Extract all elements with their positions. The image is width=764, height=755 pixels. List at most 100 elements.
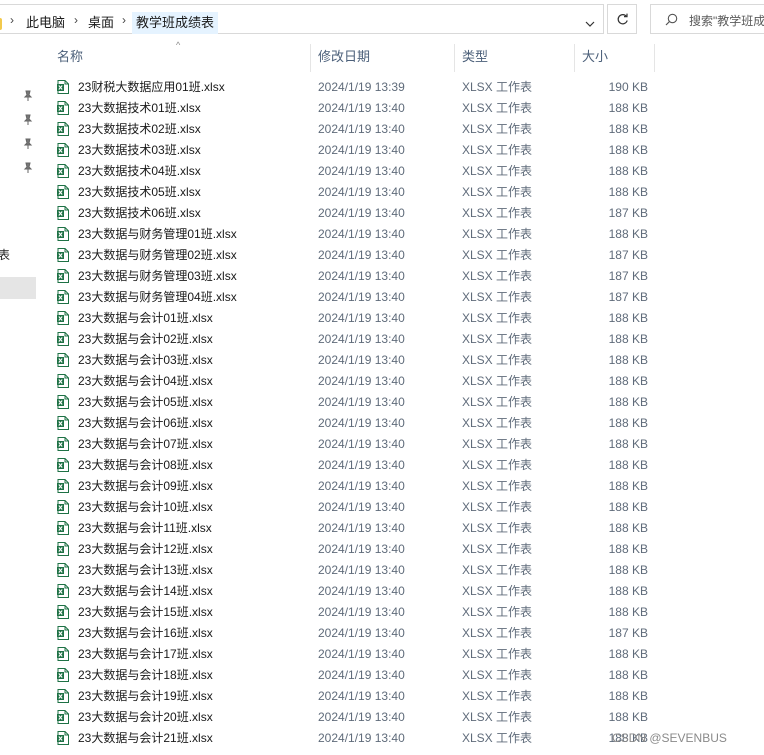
pin-icon[interactable]	[22, 114, 34, 126]
file-name[interactable]: 23大数据与会计01班.xlsx	[78, 308, 213, 329]
file-name[interactable]: 23大数据与会计15班.xlsx	[78, 602, 213, 623]
file-row[interactable]: 23大数据与会计08班.xlsx 2024/1/19 13:40 XLSX 工作表 1…	[48, 455, 764, 476]
file-row[interactable]: 23大数据与会计03班.xlsx 2024/1/19 13:40 XLSX 工作表 1…	[48, 350, 764, 371]
file-row[interactable]: 23大数据技术01班.xlsx 2024/1/19 13:40 XLSX 工作表 18…	[48, 98, 764, 119]
file-name[interactable]: 23大数据与会计19班.xlsx	[78, 686, 213, 707]
file-row[interactable]: 23大数据与会计16班.xlsx 2024/1/19 13:40 XLSX 工作表 1…	[48, 623, 764, 644]
file-type: XLSX 工作表	[462, 80, 533, 94]
excel-file-icon	[57, 332, 69, 346]
file-name[interactable]: 23大数据与财务管理02班.xlsx	[78, 245, 237, 266]
pin-icon[interactable]	[22, 138, 34, 150]
file-type: XLSX 工作表	[462, 290, 533, 304]
file-size: 187 KB	[608, 290, 648, 304]
file-type: XLSX 工作表	[462, 479, 533, 493]
file-name[interactable]: 23大数据技术01班.xlsx	[78, 98, 201, 119]
file-row[interactable]: 23大数据技术04班.xlsx 2024/1/19 13:40 XLSX 工作表 18…	[48, 161, 764, 182]
search-input[interactable]: 搜索"教学班成	[650, 4, 764, 34]
chevron-right-icon[interactable]: ›	[74, 13, 78, 27]
excel-file-icon	[57, 353, 69, 367]
file-name[interactable]: 23大数据技术05班.xlsx	[78, 182, 201, 203]
file-date-modified: 2024/1/19 13:40	[318, 122, 405, 136]
excel-file-icon	[57, 668, 69, 682]
nav-item-selected[interactable]	[0, 277, 36, 299]
file-row[interactable]: 23大数据与会计04班.xlsx 2024/1/19 13:40 XLSX 工作表 1…	[48, 371, 764, 392]
file-name[interactable]: 23大数据与会计04班.xlsx	[78, 371, 213, 392]
file-name[interactable]: 23大数据与财务管理01班.xlsx	[78, 224, 237, 245]
file-size: 188 KB	[608, 500, 648, 514]
pin-icon[interactable]	[22, 162, 34, 174]
file-row[interactable]: 23大数据与会计13班.xlsx 2024/1/19 13:40 XLSX 工作表 1…	[48, 560, 764, 581]
column-divider[interactable]	[654, 44, 655, 72]
column-type[interactable]: 类型	[453, 42, 573, 72]
breadcrumb-current-folder[interactable]: 教学班成绩表	[132, 12, 219, 34]
file-row[interactable]: 23大数据与会计18班.xlsx 2024/1/19 13:40 XLSX 工作表 1…	[48, 665, 764, 686]
file-name[interactable]: 23大数据与会计08班.xlsx	[78, 455, 213, 476]
file-row[interactable]: 23大数据与会计01班.xlsx 2024/1/19 13:40 XLSX 工作表 1…	[48, 308, 764, 329]
file-name[interactable]: 23大数据与会计07班.xlsx	[78, 434, 213, 455]
file-row[interactable]: 23大数据与会计14班.xlsx 2024/1/19 13:40 XLSX 工作表 1…	[48, 581, 764, 602]
file-name[interactable]: 23大数据技术03班.xlsx	[78, 140, 201, 161]
file-row[interactable]: 23大数据与会计20班.xlsx 2024/1/19 13:40 XLSX 工作表 1…	[48, 707, 764, 728]
file-row[interactable]: 23大数据与会计17班.xlsx 2024/1/19 13:40 XLSX 工作表 1…	[48, 644, 764, 665]
file-name[interactable]: 23大数据与会计06班.xlsx	[78, 413, 213, 434]
breadcrumb-desktop[interactable]: 桌面	[84, 12, 118, 34]
file-row[interactable]: 23大数据与会计09班.xlsx 2024/1/19 13:40 XLSX 工作表 1…	[48, 476, 764, 497]
file-name[interactable]: 23大数据与会计18班.xlsx	[78, 665, 213, 686]
file-name[interactable]: 23大数据与会计20班.xlsx	[78, 707, 213, 728]
file-row[interactable]: 23大数据与会计02班.xlsx 2024/1/19 13:40 XLSX 工作表 1…	[48, 329, 764, 350]
file-name[interactable]: 23大数据与会计03班.xlsx	[78, 350, 213, 371]
file-name[interactable]: 23大数据与会计14班.xlsx	[78, 581, 213, 602]
file-row[interactable]: 23财税大数据应用01班.xlsx 2024/1/19 13:39 XLSX 工作表…	[48, 77, 764, 98]
chevron-right-icon[interactable]: ›	[10, 13, 14, 27]
file-name[interactable]: 23大数据与会计16班.xlsx	[78, 623, 213, 644]
file-name[interactable]: 23大数据技术04班.xlsx	[78, 161, 201, 182]
address-bar[interactable]: › 此电脑 › 桌面 › 教学班成绩表	[0, 4, 604, 34]
file-name[interactable]: 23大数据与会计12班.xlsx	[78, 539, 213, 560]
file-name[interactable]: 23大数据与财务管理03班.xlsx	[78, 266, 237, 287]
file-name[interactable]: 23大数据与会计17班.xlsx	[78, 644, 213, 665]
file-name[interactable]: 23大数据与会计09班.xlsx	[78, 476, 213, 497]
file-row[interactable]: 23大数据与财务管理02班.xlsx 2024/1/19 13:40 XLSX 工作…	[48, 245, 764, 266]
file-size: 187 KB	[608, 248, 648, 262]
file-name[interactable]: 23大数据与会计02班.xlsx	[78, 329, 213, 350]
file-row[interactable]: 23大数据与会计11班.xlsx 2024/1/19 13:40 XLSX 工作表 1…	[48, 518, 764, 539]
file-row[interactable]: 23大数据与财务管理03班.xlsx 2024/1/19 13:40 XLSX 工作…	[48, 266, 764, 287]
file-row[interactable]: 23大数据与会计12班.xlsx 2024/1/19 13:40 XLSX 工作表 1…	[48, 539, 764, 560]
address-history-dropdown[interactable]	[578, 9, 602, 39]
file-row[interactable]: 23大数据与财务管理04班.xlsx 2024/1/19 13:40 XLSX 工作…	[48, 287, 764, 308]
file-date-modified: 2024/1/19 13:40	[318, 500, 405, 514]
file-name[interactable]: 23大数据技术06班.xlsx	[78, 203, 201, 224]
file-row[interactable]: 23大数据技术03班.xlsx 2024/1/19 13:40 XLSX 工作表 18…	[48, 140, 764, 161]
file-row[interactable]: 23大数据技术05班.xlsx 2024/1/19 13:40 XLSX 工作表 18…	[48, 182, 764, 203]
file-name[interactable]: 23大数据与会计10班.xlsx	[78, 497, 213, 518]
file-name[interactable]: 23大数据与会计05班.xlsx	[78, 392, 213, 413]
file-row[interactable]: 23大数据与财务管理01班.xlsx 2024/1/19 13:40 XLSX 工作…	[48, 224, 764, 245]
file-name[interactable]: 23大数据与会计21班.xlsx	[78, 728, 213, 749]
chevron-right-icon[interactable]: ›	[122, 13, 126, 27]
file-row[interactable]: 23大数据技术06班.xlsx 2024/1/19 13:40 XLSX 工作表 18…	[48, 203, 764, 224]
breadcrumb-this-pc[interactable]: 此电脑	[22, 12, 69, 34]
file-row[interactable]: 23大数据与会计05班.xlsx 2024/1/19 13:40 XLSX 工作表 1…	[48, 392, 764, 413]
file-row[interactable]: 23大数据与会计10班.xlsx 2024/1/19 13:40 XLSX 工作表 1…	[48, 497, 764, 518]
file-row[interactable]: 23大数据与会计19班.xlsx 2024/1/19 13:40 XLSX 工作表 1…	[48, 686, 764, 707]
file-name[interactable]: 23大数据技术02班.xlsx	[78, 119, 201, 140]
file-row[interactable]: 23大数据技术02班.xlsx 2024/1/19 13:40 XLSX 工作表 18…	[48, 119, 764, 140]
refresh-button[interactable]	[607, 4, 637, 34]
file-name[interactable]: 23财税大数据应用01班.xlsx	[78, 77, 225, 98]
file-name[interactable]: 23大数据与财务管理04班.xlsx	[78, 287, 237, 308]
file-name[interactable]: 23大数据与会计11班.xlsx	[78, 518, 212, 539]
excel-file-icon	[57, 437, 69, 451]
column-name[interactable]: 名称	[48, 42, 310, 72]
column-size[interactable]: 大小	[573, 42, 653, 72]
nav-item-label[interactable]: 表	[0, 246, 10, 263]
file-name[interactable]: 23大数据与会计13班.xlsx	[78, 560, 213, 581]
file-list: 23财税大数据应用01班.xlsx 2024/1/19 13:39 XLSX 工作表…	[48, 77, 764, 749]
column-header: ^ 名称 修改日期 类型 大小	[48, 40, 764, 72]
file-row[interactable]: 23大数据与会计07班.xlsx 2024/1/19 13:40 XLSX 工作表 1…	[48, 434, 764, 455]
file-type: XLSX 工作表	[462, 164, 533, 178]
pin-icon[interactable]	[22, 90, 34, 102]
file-size: 187 KB	[608, 626, 648, 640]
column-date-modified[interactable]: 修改日期	[309, 42, 453, 72]
file-row[interactable]: 23大数据与会计06班.xlsx 2024/1/19 13:40 XLSX 工作表 1…	[48, 413, 764, 434]
file-row[interactable]: 23大数据与会计15班.xlsx 2024/1/19 13:40 XLSX 工作表 1…	[48, 602, 764, 623]
